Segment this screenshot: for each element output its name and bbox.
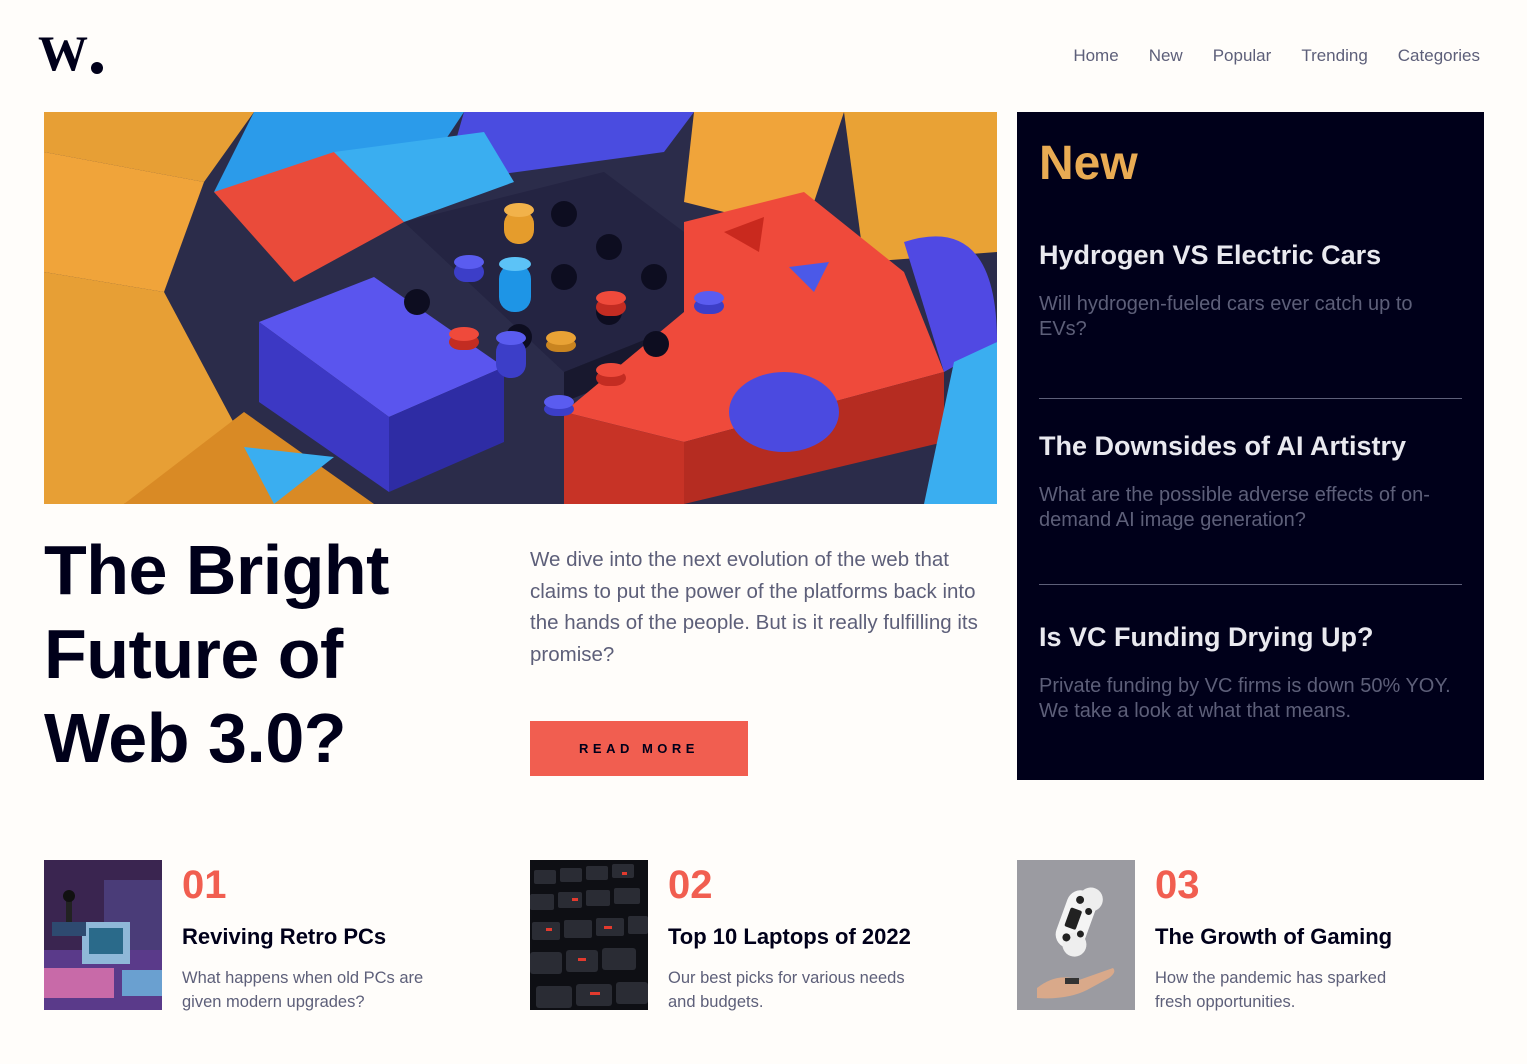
hero-title: The Bright Future of Web 3.0? bbox=[44, 531, 389, 777]
featured-card: 02 Top 10 Laptops of 2022 Our best picks… bbox=[530, 860, 970, 1011]
card-description: Our best picks for various needs and bud… bbox=[668, 969, 905, 1011]
card-number: 02 bbox=[668, 863, 713, 907]
card-number: 01 bbox=[182, 863, 227, 907]
card-description: What happens when old PCs are given mode… bbox=[182, 969, 424, 1011]
new-item-description: Will hydrogen-fueled cars ever catch up … bbox=[1039, 293, 1413, 340]
featured-card: 01 Reviving Retro PCs What happens when … bbox=[44, 860, 484, 1011]
new-item: The Downsides of AI Artistry What are th… bbox=[1039, 429, 1462, 533]
game-controller-thumbnail[interactable] bbox=[1017, 860, 1135, 1010]
new-item-title[interactable]: The Downsides of AI Artistry bbox=[1039, 429, 1462, 463]
divider bbox=[1039, 584, 1462, 585]
card-number: 03 bbox=[1155, 863, 1200, 907]
new-item: Hydrogen VS Electric Cars Will hydrogen-… bbox=[1039, 238, 1462, 342]
new-item-title[interactable]: Hydrogen VS Electric Cars bbox=[1039, 238, 1462, 272]
nav-popular[interactable]: Popular bbox=[1213, 46, 1272, 66]
new-item: Is VC Funding Drying Up? Private funding… bbox=[1039, 620, 1462, 724]
new-panel: New Hydrogen VS Electric Cars Will hydro… bbox=[1017, 112, 1484, 780]
nav-new[interactable]: New bbox=[1149, 46, 1183, 66]
featured-card: 03 The Growth of Gaming How the pandemic… bbox=[1017, 860, 1484, 1011]
card-title[interactable]: The Growth of Gaming bbox=[1155, 924, 1392, 950]
card-description: How the pandemic has sparked fresh oppor… bbox=[1155, 969, 1387, 1011]
logo[interactable]: W bbox=[38, 32, 106, 76]
divider bbox=[1039, 398, 1462, 399]
hero-description: We dive into the next evolution of the w… bbox=[530, 548, 978, 666]
retro-pc-thumbnail[interactable] bbox=[44, 860, 162, 1010]
nav-categories[interactable]: Categories bbox=[1398, 46, 1480, 66]
read-more-button[interactable]: READ MORE bbox=[530, 721, 748, 776]
new-item-title[interactable]: Is VC Funding Drying Up? bbox=[1039, 620, 1462, 654]
nav-home[interactable]: Home bbox=[1073, 46, 1118, 66]
new-item-description: Private funding by VC firms is down 50% … bbox=[1039, 675, 1451, 722]
laptop-keyboard-thumbnail[interactable] bbox=[530, 860, 648, 1010]
new-section-title: New bbox=[1039, 137, 1138, 190]
hero-image bbox=[44, 112, 997, 504]
card-title[interactable]: Top 10 Laptops of 2022 bbox=[668, 924, 911, 950]
svg-text:W: W bbox=[38, 32, 88, 76]
card-title[interactable]: Reviving Retro PCs bbox=[182, 924, 386, 950]
main-nav: Home New Popular Trending Categories bbox=[1073, 46, 1480, 66]
nav-trending[interactable]: Trending bbox=[1301, 46, 1367, 66]
new-item-description: What are the possible adverse effects of… bbox=[1039, 484, 1430, 531]
